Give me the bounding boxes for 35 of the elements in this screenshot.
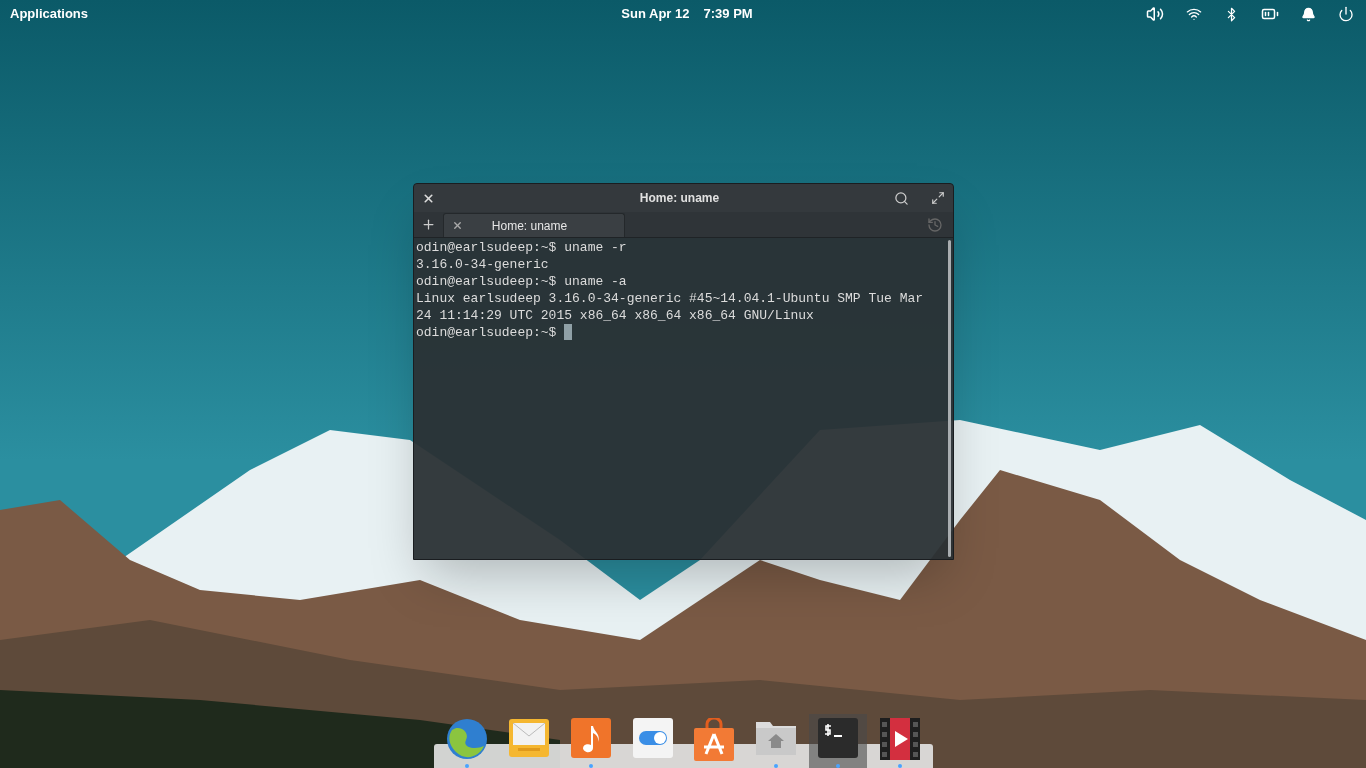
running-indicator [897,764,902,768]
window-title: Home: uname [638,190,721,207]
terminal-tab[interactable]: Home: uname [443,213,625,237]
terminal-line: 24 11:14:29 UTC 2015 x86_64 x86_64 x86_64 GNU/Linux [416,307,814,324]
close-tab-icon[interactable] [452,220,463,231]
notifications-icon[interactable] [1301,6,1316,22]
terminal-line: odin@earlsudeep:~$ uname -a [416,273,627,290]
new-tab-icon[interactable] [421,217,436,232]
toggle-switch-icon [632,718,673,758]
text-cursor [564,324,573,340]
running-indicator [588,764,593,768]
terminal-icon [818,718,859,758]
film-play-icon [879,718,920,760]
globe-icon [446,718,488,760]
volume-icon[interactable] [1146,5,1164,23]
scrollbar[interactable] [948,240,951,557]
applications-menu[interactable]: Applications [10,4,88,24]
shopping-bag-icon [693,718,736,762]
wifi-icon[interactable] [1186,6,1202,22]
search-icon[interactable] [894,190,909,206]
maximize-icon[interactable] [931,191,945,205]
mail-icon [507,718,550,758]
dock-item[interactable] [809,714,868,768]
running-indicator [836,764,841,768]
terminal-prompt: odin@earlsudeep:~$ [416,324,558,341]
terminal-line: Linux earlsudeep 3.16.0-34-generic #45~14.04.1-Ubuntu SMP Tue Mar [416,290,924,307]
terminal-line: odin@earlsudeep:~$ uname -r [416,239,627,256]
running-indicator [465,764,469,768]
terminal-line: 3.16.0-34-generic [416,256,549,273]
power-icon[interactable] [1338,6,1354,22]
running-indicator [774,764,779,768]
close-icon[interactable] [422,191,435,205]
music-note-icon [570,718,611,758]
time-label[interactable]: 7:39 PM [703,4,753,24]
date-label[interactable]: Sun Apr 12 [621,4,690,24]
